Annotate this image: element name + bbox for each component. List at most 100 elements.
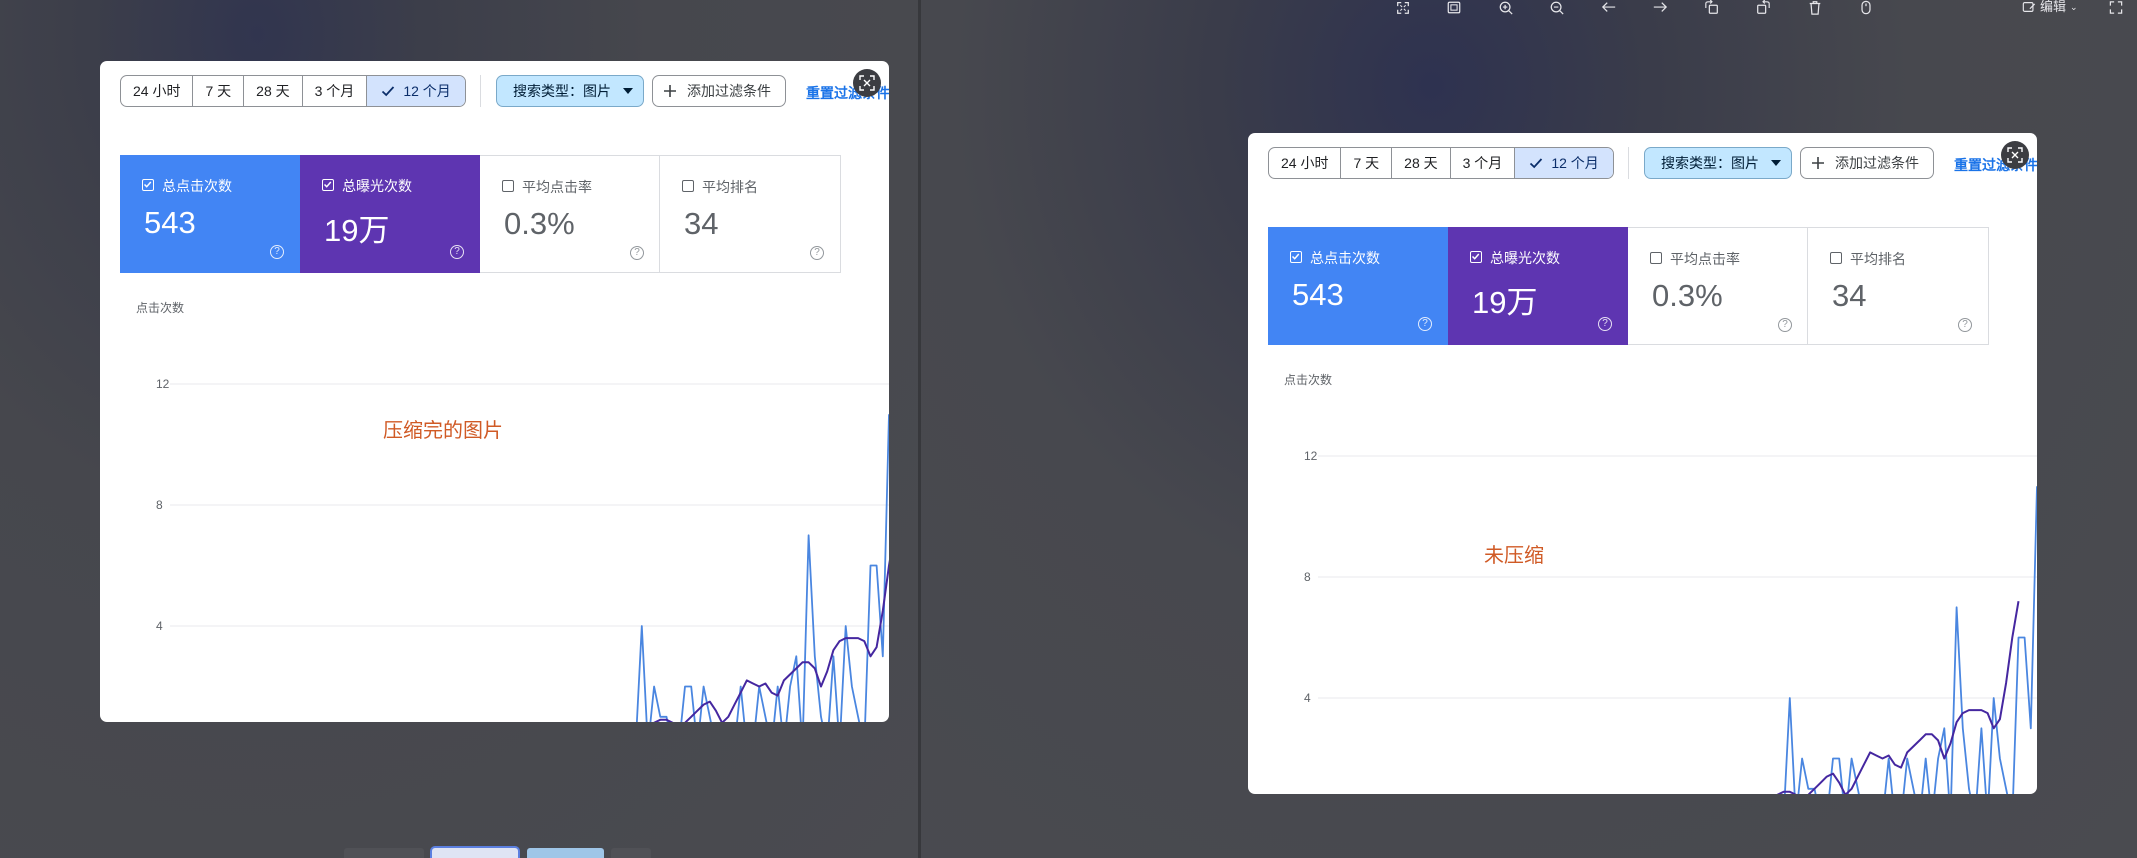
- y-tick-label: 4: [156, 619, 163, 633]
- y-tick-label: 12: [156, 377, 170, 391]
- zoom-out-button[interactable]: [1545, 0, 1569, 16]
- checkbox-position[interactable]: [682, 180, 694, 192]
- fullscreen-icon: [1397, 2, 1409, 14]
- date-range-label: 12 个月: [1551, 155, 1599, 171]
- performance-chart: 048122024/7/92024/7/242024/8/82024/8/232…: [1304, 449, 2037, 794]
- screenshot-icon: [2109, 1, 2123, 14]
- search-type-label: 搜索类型：图片: [1661, 155, 1759, 171]
- help-icon[interactable]: ?: [810, 246, 824, 260]
- date-range-tab[interactable]: 24 小时: [1269, 148, 1342, 178]
- screenshot-button[interactable]: [2108, 0, 2132, 16]
- help-icon[interactable]: ?: [270, 245, 284, 259]
- thumbnail[interactable]: [611, 848, 651, 858]
- date-range-tabs: 24 小时 7 天 28 天 3 个月 12 个月: [1268, 147, 1614, 179]
- date-range-tab[interactable]: 3 个月: [1451, 148, 1516, 178]
- toolbar-separator: [1628, 147, 1629, 179]
- help-icon[interactable]: ?: [1958, 318, 1972, 332]
- add-filter-button[interactable]: 添加过滤条件: [652, 75, 786, 107]
- help-icon[interactable]: ?: [630, 246, 644, 260]
- thumbnail[interactable]: [527, 848, 604, 858]
- help-icon[interactable]: ?: [1778, 318, 1792, 332]
- checkbox-impressions[interactable]: [322, 179, 334, 191]
- metric-label: 总曝光次数: [342, 178, 412, 194]
- metric-label: 平均排名: [702, 179, 758, 195]
- help-icon[interactable]: ?: [1598, 317, 1612, 331]
- close-icon[interactable]: [2001, 141, 2029, 169]
- checkbox-clicks[interactable]: [142, 179, 154, 191]
- thumbnail[interactable]: [344, 848, 424, 858]
- metric-card-ctr[interactable]: 平均点击率 0.3% ?: [1628, 227, 1808, 345]
- date-range-tab[interactable]: 24 小时: [121, 76, 194, 106]
- search-type-chip[interactable]: 搜索类型：图片: [496, 75, 644, 107]
- metric-card-clicks[interactable]: 总点击次数 543 ?: [1268, 227, 1448, 345]
- fit-window-button[interactable]: [1442, 0, 1466, 16]
- metric-label: 总曝光次数: [1490, 250, 1560, 266]
- metric-label: 总点击次数: [162, 178, 232, 194]
- delete-icon: [1809, 1, 1821, 15]
- check-icon: [1530, 158, 1543, 169]
- date-range-label: 7 天: [1353, 155, 1380, 171]
- checkbox-ctr[interactable]: [1650, 252, 1662, 264]
- plus-icon: [664, 85, 676, 97]
- metric-card-impressions[interactable]: 总曝光次数 19万 ?: [1448, 227, 1628, 345]
- arrow-left-button[interactable]: [1597, 0, 1621, 16]
- chevron-down-icon: ⌄: [2070, 2, 2078, 12]
- delete-button[interactable]: [1803, 0, 1827, 16]
- checkbox-position[interactable]: [1830, 252, 1842, 264]
- y-tick-label: 8: [156, 498, 163, 512]
- rotate-right-icon: [1757, 0, 1770, 14]
- checkbox-ctr[interactable]: [502, 180, 514, 192]
- metric-label: 平均点击率: [522, 179, 592, 195]
- date-range-tab[interactable]: 12 个月: [367, 76, 465, 106]
- metric-label: 平均点击率: [1670, 251, 1740, 267]
- zoom-out-icon: [1550, 1, 1564, 15]
- zoom-in-button[interactable]: [1494, 0, 1518, 16]
- arrow-right-button[interactable]: [1648, 0, 1672, 16]
- metric-value: 0.3%: [504, 206, 575, 241]
- metric-value: 543: [1292, 277, 1344, 312]
- help-icon[interactable]: ?: [450, 245, 464, 259]
- caret-down-icon: [1771, 160, 1781, 166]
- add-filter-button[interactable]: 添加过滤条件: [1800, 147, 1934, 179]
- checkbox-impressions[interactable]: [1470, 251, 1482, 263]
- metric-card-position[interactable]: 平均排名 34 ?: [1808, 227, 1989, 345]
- screenshot-right: 24 小时 7 天 28 天3 个月 12 个月 搜索类型：图片 添加过滤条件 重置过…: [1248, 133, 2037, 794]
- y-tick-label: 8: [1304, 570, 1311, 584]
- toolbar-separator: [480, 75, 481, 107]
- rotate-left-button[interactable]: [1700, 0, 1724, 16]
- arrow-right-icon: [1653, 2, 1668, 12]
- mouse-button[interactable]: [1854, 0, 1878, 16]
- date-range-label: 3 个月: [314, 83, 355, 99]
- edit-label: 编辑: [2040, 0, 2067, 14]
- checkbox-clicks[interactable]: [1290, 251, 1302, 263]
- thumbnail[interactable]: [432, 848, 518, 858]
- search-type-label: 搜索类型：图片: [513, 83, 611, 99]
- metric-label: 平均排名: [1850, 251, 1906, 267]
- y-tick-label: 12: [1304, 449, 1318, 463]
- rotate-right-button[interactable]: [1751, 0, 1775, 16]
- date-range-tab[interactable]: 7 天: [193, 76, 245, 106]
- plus-icon: [1812, 157, 1824, 169]
- help-icon[interactable]: ?: [1418, 317, 1432, 331]
- metric-value: 543: [144, 205, 196, 240]
- date-range-label: 24 小时: [133, 83, 181, 99]
- screenshot-left: 24 小时 7 天 28 天3 个月 12 个月 搜索类型：图片 添加过滤条件 重置过…: [100, 61, 889, 722]
- date-range-tab[interactable]: 7 天: [1341, 148, 1393, 178]
- date-range-label: 7 天: [205, 83, 232, 99]
- metric-card-position[interactable]: 平均排名 34 ?: [660, 155, 841, 273]
- metric-card-ctr[interactable]: 平均点击率 0.3% ?: [480, 155, 660, 273]
- add-filter-label: 添加过滤条件: [1835, 155, 1919, 171]
- close-icon[interactable]: [853, 69, 881, 97]
- edit-image-icon: [2022, 2, 2036, 12]
- date-range-tab[interactable]: 3 个月: [303, 76, 368, 106]
- date-range-tab[interactable]: 12 个月: [1515, 148, 1613, 178]
- date-range-tab[interactable]: 28 天: [1392, 148, 1451, 178]
- edit-button[interactable]: 编辑 ⌄: [2022, 0, 2078, 16]
- rotate-left-icon: [1705, 0, 1718, 14]
- metric-card-impressions[interactable]: 总曝光次数 19万 ?: [300, 155, 480, 273]
- search-type-chip[interactable]: 搜索类型：图片: [1644, 147, 1792, 179]
- metric-card-clicks[interactable]: 总点击次数 543 ?: [120, 155, 300, 273]
- date-range-tab[interactable]: 28 天: [244, 76, 303, 106]
- fullscreen-button[interactable]: [1391, 0, 1415, 16]
- y-tick-label: 4: [1304, 691, 1311, 705]
